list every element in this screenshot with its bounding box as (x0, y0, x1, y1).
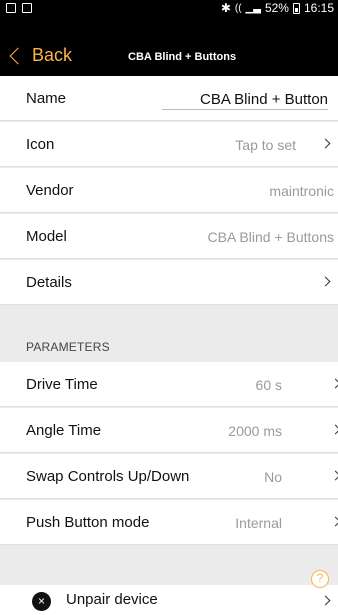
battery-percent: 52% (264, 1, 289, 15)
bluetooth-icon: ✱ (220, 1, 231, 15)
page-title: CBA Blind + Buttons (128, 51, 237, 63)
gallery-icon (6, 3, 16, 13)
icon-value: Tap to set (235, 137, 296, 153)
parameter-label: Drive Time (26, 376, 98, 393)
name-label: Name (26, 90, 67, 107)
details-label: Details (26, 274, 72, 291)
chevron-right-icon (330, 470, 338, 481)
section-divider (0, 545, 338, 585)
nav-bar: Back CBA Blind + Buttons (0, 38, 338, 76)
parameter-label: Push Button mode (26, 514, 150, 531)
chevron-right-icon (330, 424, 338, 435)
unpair-device-row[interactable]: × Unpair device (0, 585, 338, 615)
clipboard-icon (22, 3, 32, 13)
vendor-label: Vendor (26, 182, 74, 199)
name-row[interactable]: Name CBA Blind + Button (0, 76, 338, 121)
details-row[interactable]: Details (0, 260, 338, 305)
parameter-value: 2000 ms (228, 423, 282, 439)
chevron-right-icon (320, 138, 331, 149)
chevron-right-icon (320, 276, 331, 287)
status-bar: ✱ (( ▁▃ 52% 16:15 (0, 0, 338, 38)
chevron-left-icon (9, 47, 27, 64)
signal-icon: ▁▃ (245, 2, 261, 14)
parameter-label: Angle Time (26, 422, 102, 439)
vendor-row: Vendor maintronic (0, 168, 338, 213)
icon-row[interactable]: Icon Tap to set (0, 122, 338, 167)
model-row: Model CBA Blind + Buttons (0, 214, 338, 259)
parameter-row-angle-time[interactable]: Angle Time 2000 ms (0, 408, 338, 453)
wifi-icon: (( (234, 2, 242, 14)
back-button[interactable]: Back (6, 45, 72, 66)
battery-icon (292, 2, 300, 14)
vendor-value: maintronic (269, 183, 334, 199)
parameter-row-drive-time[interactable]: Drive Time 60 s (0, 362, 338, 407)
parameter-row-push-button-mode[interactable]: Push Button mode Internal (0, 500, 338, 545)
parameter-value: No (264, 469, 282, 485)
name-field-underline (162, 109, 328, 110)
model-label: Model (26, 228, 67, 245)
model-value: CBA Blind + Buttons (207, 229, 334, 245)
parameter-row-swap-controls[interactable]: Swap Controls Up/Down No (0, 454, 338, 499)
back-label: Back (32, 45, 73, 65)
parameter-value: Internal (235, 515, 282, 531)
parameter-value: 60 s (255, 377, 282, 393)
unpair-device-label: Unpair device (66, 591, 158, 608)
name-field[interactable]: CBA Blind + Button (200, 91, 328, 108)
parameters-header: PARAMETERS (26, 340, 110, 354)
close-icon: × (32, 592, 51, 611)
help-icon[interactable]: ? (311, 570, 329, 588)
clock: 16:15 (303, 1, 334, 15)
chevron-right-icon (330, 516, 338, 527)
chevron-right-icon (330, 378, 338, 389)
parameter-label: Swap Controls Up/Down (26, 468, 190, 485)
icon-label: Icon (26, 136, 55, 153)
